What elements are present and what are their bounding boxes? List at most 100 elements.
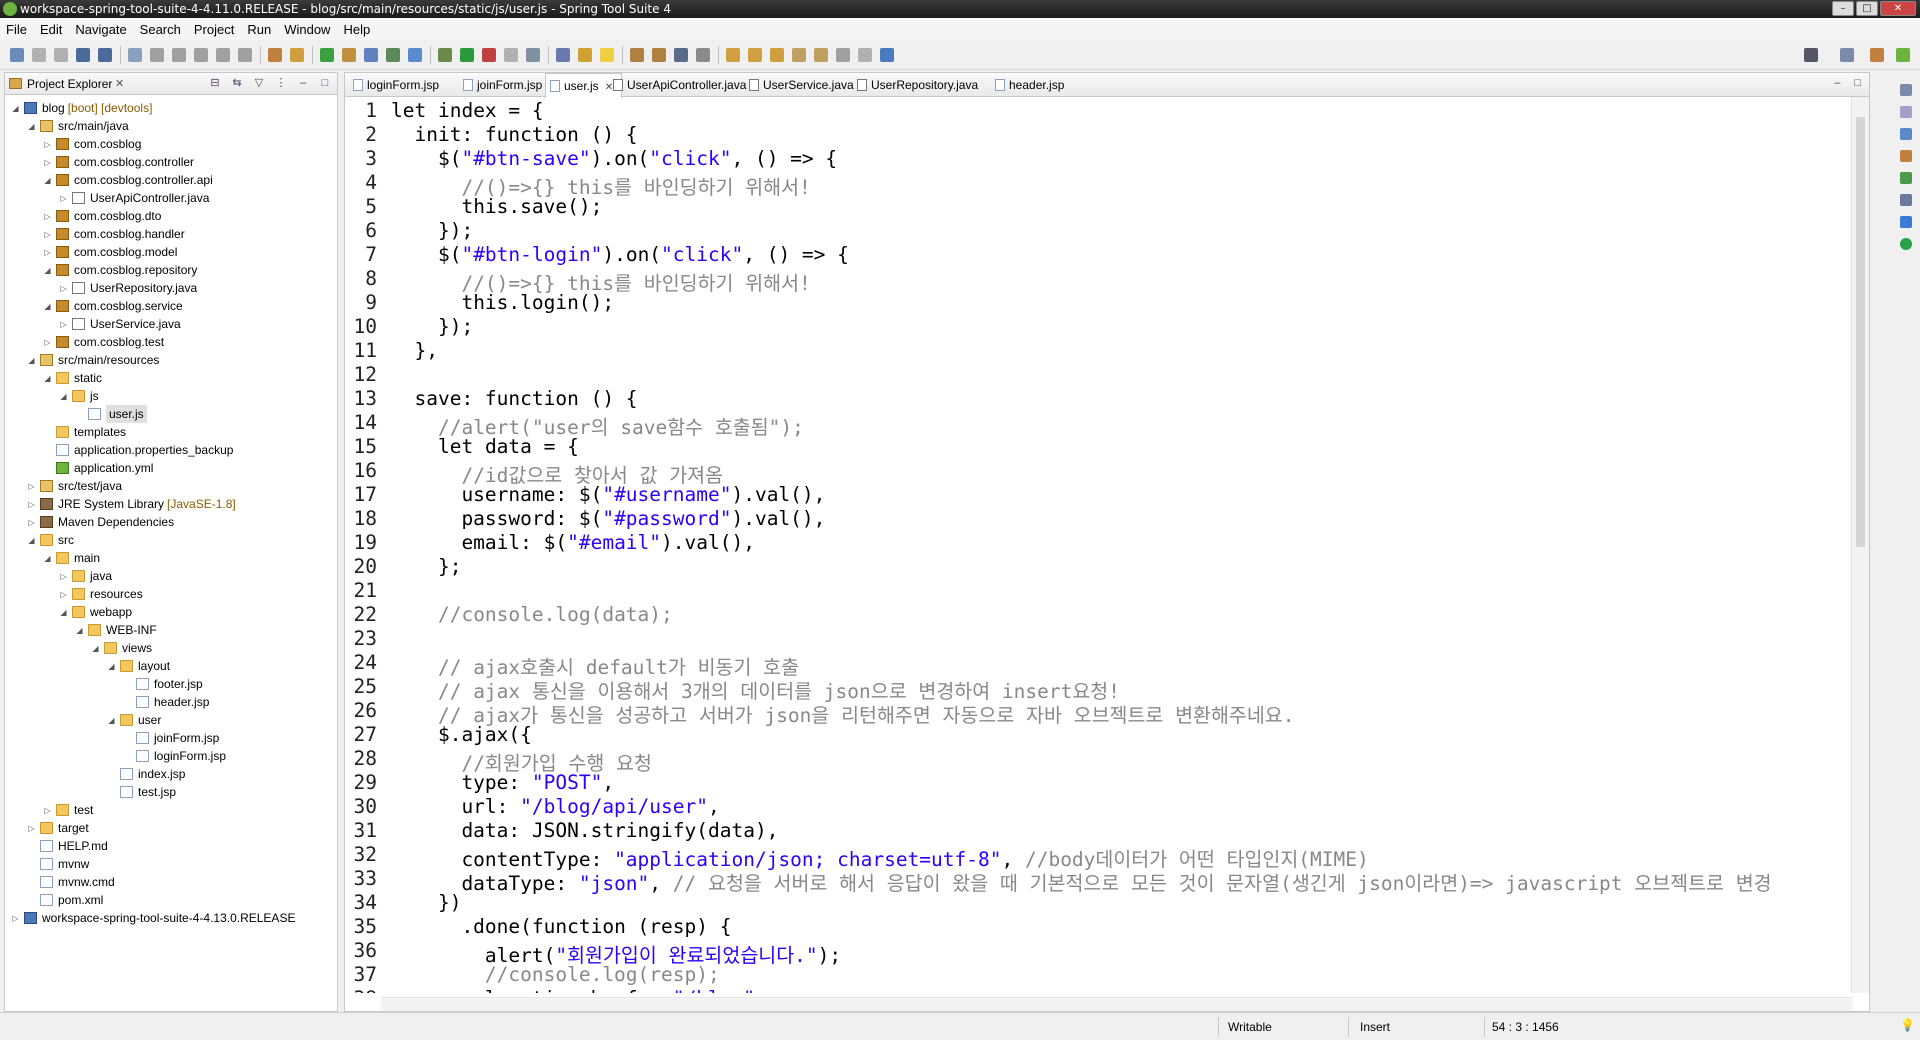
editor-tab[interactable]: UserApiController.java (609, 73, 754, 97)
tree-item[interactable]: ◢ blog [boot] [devtools] (11, 99, 152, 117)
minimize-view-icon[interactable]: – (297, 77, 309, 89)
tree-item[interactable]: ▷ target (27, 819, 88, 837)
tree-item[interactable]: ▷ com.cosblog.controller (43, 153, 194, 171)
toolbar-button-icon[interactable] (836, 48, 850, 62)
collapsed-arrow-icon[interactable]: ▷ (59, 572, 68, 581)
tree-item[interactable]: ▷ java (59, 567, 112, 585)
toolbar-button-icon[interactable] (814, 48, 828, 62)
maximize-editor-icon[interactable]: □ (1854, 77, 1861, 89)
editor-tab[interactable]: UserRepository.java (853, 73, 986, 97)
menu-window[interactable]: Window (284, 22, 330, 37)
collapsed-arrow-icon[interactable]: ▷ (59, 284, 68, 293)
expanded-arrow-icon[interactable]: ◢ (27, 122, 36, 131)
tree-item[interactable]: ◢ src/main/java (27, 117, 128, 135)
tree-item[interactable]: ◢ layout (107, 657, 170, 675)
tree-item[interactable]: ◢ static (43, 369, 102, 387)
toolbar-button-icon[interactable] (386, 48, 400, 62)
menu-file[interactable]: File (6, 22, 27, 37)
toolbar-button-icon[interactable] (194, 48, 208, 62)
toolbar-button-icon[interactable] (98, 48, 112, 62)
menu-run[interactable]: Run (247, 22, 271, 37)
tree-item[interactable]: ◢ WEB-INF (75, 621, 156, 639)
toolbar-button-icon[interactable] (460, 48, 474, 62)
vertical-scrollbar[interactable] (1851, 97, 1869, 993)
maximize-view-icon[interactable]: □ (319, 77, 331, 89)
toolbar-button-icon[interactable] (172, 48, 186, 62)
tree-item[interactable]: ◢ src/main/resources (27, 351, 159, 369)
expanded-arrow-icon[interactable]: ◢ (91, 644, 100, 653)
expanded-arrow-icon[interactable]: ◢ (43, 266, 52, 275)
toolbar-button-icon[interactable] (880, 48, 894, 62)
toolbar-button-icon[interactable] (32, 48, 46, 62)
toolbar-button-icon[interactable] (770, 48, 784, 62)
toolbar-button-icon[interactable] (748, 48, 762, 62)
editor-tab[interactable]: UserService.java (745, 73, 862, 97)
expanded-arrow-icon[interactable]: ◢ (43, 554, 52, 563)
search-icon[interactable] (1804, 48, 1818, 62)
toolbar-button-icon[interactable] (364, 48, 378, 62)
toolbar-button-icon[interactable] (128, 48, 142, 62)
expanded-arrow-icon[interactable]: ◢ (107, 662, 116, 671)
expanded-arrow-icon[interactable]: ◢ (59, 392, 68, 401)
tree-item[interactable]: templates (43, 423, 126, 441)
toolbar-button-icon[interactable] (482, 48, 496, 62)
link-editor-icon[interactable]: ⇆ (231, 77, 243, 89)
tree-item[interactable]: ◢ js (59, 387, 98, 405)
menu-search[interactable]: Search (140, 22, 181, 37)
toolbar-button-icon[interactable] (408, 48, 422, 62)
toolbar-button-icon[interactable] (526, 48, 540, 62)
tree-item[interactable]: test.jsp (107, 783, 176, 801)
collapsed-arrow-icon[interactable]: ▷ (43, 230, 52, 239)
toolbar-button-icon[interactable] (438, 48, 452, 62)
collapsed-arrow-icon[interactable]: ▷ (59, 194, 68, 203)
expanded-arrow-icon[interactable]: ◢ (59, 608, 68, 617)
tree-item[interactable]: ▷ com.cosblog.model (43, 243, 177, 261)
toolbar-button-icon[interactable] (320, 48, 334, 62)
tree-item[interactable]: ◢ com.cosblog.controller.api (43, 171, 212, 189)
toolbar-button-icon[interactable] (792, 48, 806, 62)
toolbar-button-icon[interactable] (238, 48, 252, 62)
tree-item[interactable]: mvnw (27, 855, 89, 873)
collapse-all-icon[interactable]: ⊟ (209, 77, 221, 89)
java-ee-perspective-icon[interactable] (1870, 48, 1884, 62)
toolbar-button-icon[interactable] (216, 48, 230, 62)
expanded-arrow-icon[interactable]: ◢ (43, 374, 52, 383)
tree-item[interactable]: ▷ Maven Dependencies (27, 513, 174, 531)
tree-item[interactable]: ▷ JRE System Library [JavaSE-1.8] (27, 495, 235, 513)
declaration-icon[interactable] (1900, 194, 1912, 206)
tree-item[interactable]: pom.xml (27, 891, 103, 909)
toolbar-button-icon[interactable] (504, 48, 518, 62)
toolbar-button-icon[interactable] (696, 48, 710, 62)
spring-perspective-icon[interactable] (1896, 48, 1910, 62)
menu-navigate[interactable]: Navigate (75, 22, 126, 37)
collapsed-arrow-icon[interactable]: ▷ (43, 212, 52, 221)
tree-item[interactable]: header.jsp (123, 693, 209, 711)
toolbar-button-icon[interactable] (76, 48, 90, 62)
tree-item[interactable]: ◢ com.cosblog.service (43, 297, 182, 315)
expanded-arrow-icon[interactable]: ◢ (43, 176, 52, 185)
filter-icon[interactable]: ▽ (253, 77, 265, 89)
toolbar-button-icon[interactable] (652, 48, 666, 62)
toolbar-button-icon[interactable] (10, 48, 24, 62)
expanded-arrow-icon[interactable]: ◢ (75, 626, 84, 635)
collapsed-arrow-icon[interactable]: ▷ (43, 248, 52, 257)
tree-item[interactable]: user.js (75, 405, 147, 423)
close-button[interactable]: ✕ (1880, 1, 1916, 16)
menu-edit[interactable]: Edit (40, 22, 62, 37)
tree-item[interactable]: ▷ UserService.java (59, 315, 180, 333)
tree-item[interactable]: loginForm.jsp (123, 747, 226, 765)
tree-item[interactable]: ▷ test (43, 801, 93, 819)
collapsed-arrow-icon[interactable]: ▷ (27, 482, 36, 491)
toolbar-button-icon[interactable] (342, 48, 356, 62)
editor-tab[interactable]: header.jsp (991, 73, 1072, 97)
tree-item[interactable]: ▷ com.cosblog.handler (43, 225, 184, 243)
vertical-scroll-thumb[interactable] (1856, 117, 1865, 547)
code-area[interactable]: 1 let index = {2 init: function () {3 $("… (345, 97, 1845, 993)
tree-item[interactable]: ▷ com.cosblog.test (43, 333, 164, 351)
collapsed-arrow-icon[interactable]: ▷ (59, 320, 68, 329)
tree-item[interactable]: footer.jsp (123, 675, 203, 693)
open-perspective-icon[interactable] (1840, 48, 1854, 62)
tree-item[interactable]: ▷ com.cosblog.dto (43, 207, 161, 225)
tree-item[interactable]: ▷ src/test/java (27, 477, 122, 495)
menu-help[interactable]: Help (343, 22, 370, 37)
